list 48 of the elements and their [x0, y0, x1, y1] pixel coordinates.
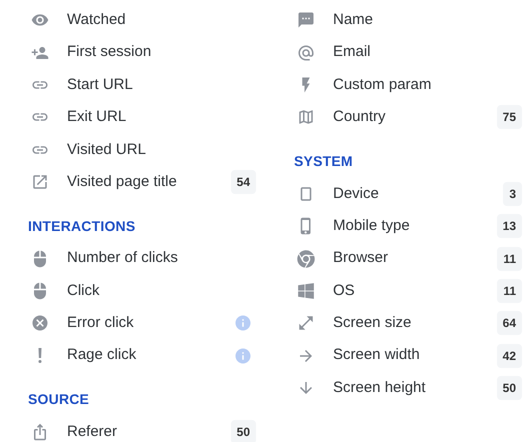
count-badge: 50	[230, 420, 256, 442]
field-label[interactable]: Exit URL	[67, 106, 126, 129]
field-label[interactable]: Start URL	[67, 74, 133, 96]
field-label[interactable]: Number of clicks	[67, 247, 178, 270]
external-link-icon	[31, 173, 49, 192]
exclamation-icon	[38, 348, 42, 364]
count-badge: 3	[503, 182, 522, 206]
field-label[interactable]: Watched	[67, 8, 126, 32]
field-label[interactable]: Referer	[67, 420, 118, 442]
field-label[interactable]: Visited URL	[67, 138, 146, 161]
section-heading: SYSTEM	[294, 152, 353, 172]
field-label[interactable]: Name	[333, 8, 374, 32]
count-badge: 11	[497, 278, 522, 303]
chat-bubble-icon	[297, 11, 315, 30]
section-heading: INTERACTIONS	[28, 216, 136, 236]
field-label[interactable]: Country	[333, 106, 386, 129]
count-badge: 11	[497, 246, 522, 271]
count-badge: 75	[496, 105, 522, 130]
field-label[interactable]: Click	[67, 280, 100, 302]
field-label[interactable]: Mobile type	[333, 214, 410, 238]
section-heading: SOURCE	[28, 390, 90, 410]
mouse-icon	[31, 250, 49, 268]
windows-icon	[297, 282, 315, 300]
field-label[interactable]: Error click	[67, 312, 134, 335]
mouse-icon	[31, 282, 49, 300]
field-label[interactable]: Screen height	[333, 376, 426, 400]
field-label[interactable]: First session	[67, 41, 152, 64]
map-icon	[297, 108, 315, 126]
info-icon[interactable]	[234, 314, 252, 332]
chrome-icon	[297, 250, 315, 268]
count-badge: 42	[496, 344, 522, 368]
field-label[interactable]: OS	[333, 280, 355, 302]
field-label[interactable]: Device	[333, 182, 379, 205]
count-badge: 50	[496, 376, 522, 400]
field-label[interactable]: Visited page title	[67, 170, 177, 194]
share-icon	[31, 423, 49, 442]
field-label[interactable]: Screen size	[333, 312, 412, 335]
count-badge: 54	[230, 170, 256, 194]
field-label[interactable]: Rage click	[67, 344, 136, 367]
resize-arrows-icon	[297, 314, 315, 332]
info-icon[interactable]	[234, 346, 252, 365]
field-label[interactable]: Custom param	[333, 74, 432, 96]
count-badge: 64	[496, 311, 522, 336]
field-label[interactable]: Screen width	[333, 344, 420, 367]
field-label[interactable]: Browser	[333, 247, 388, 270]
count-badge: 13	[496, 214, 522, 238]
at-sign-icon	[297, 44, 315, 62]
field-label[interactable]: Email	[333, 41, 371, 64]
